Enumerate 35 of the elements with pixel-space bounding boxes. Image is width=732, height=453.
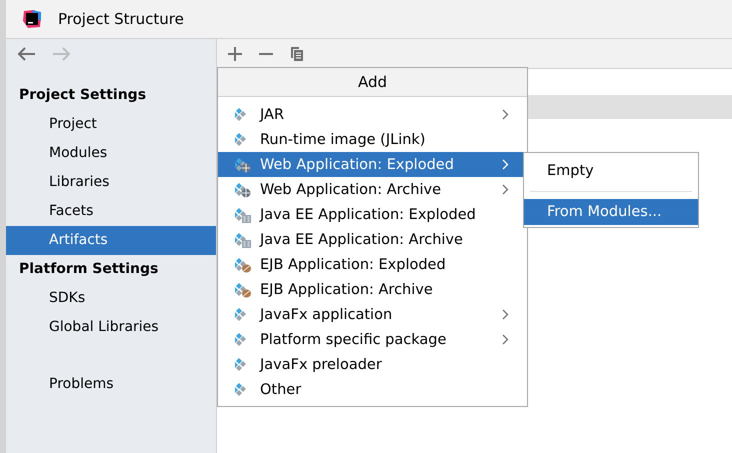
menu-item[interactable]: Run-time image (JLink) [218, 127, 527, 152]
menu-title: Add [218, 68, 527, 97]
artifact-ee-icon [234, 206, 252, 222]
sidebar-item[interactable]: Libraries [6, 168, 216, 197]
back-arrow-icon[interactable] [16, 47, 36, 61]
menu-item[interactable]: JAR [218, 102, 527, 127]
section-header: Project Settings [18, 86, 148, 105]
window-title: Project Structure [58, 10, 184, 28]
menu-item[interactable]: Java EE Application: Archive [218, 227, 527, 252]
sidebar-item[interactable]: Global Libraries [6, 313, 216, 342]
menu-item[interactable]: Empty [524, 158, 698, 184]
artifact-globe-icon [234, 182, 252, 198]
add-icon[interactable] [228, 46, 242, 60]
app-logo-icon [22, 9, 42, 29]
sidebar-item[interactable]: Project [6, 110, 216, 139]
menu-item[interactable]: Java EE Application: Exploded [218, 202, 527, 227]
section-header: Platform Settings [18, 260, 160, 279]
copy-icon[interactable] [290, 46, 304, 62]
sidebar-item[interactable]: Problems [6, 370, 216, 399]
menu-item[interactable]: Platform specific package [218, 327, 527, 352]
menu-item[interactable]: EJB Application: Exploded [218, 252, 527, 277]
sidebar-item[interactable]: Modules [6, 139, 216, 168]
menu-item[interactable]: EJB Application: Archive [218, 277, 527, 302]
artifact-bean-icon [234, 256, 252, 272]
menu-item[interactable]: JavaFx application [218, 302, 527, 327]
sidebar-item[interactable]: Artifacts [6, 226, 216, 255]
artifact-bean-icon [234, 282, 252, 298]
sidebar-item[interactable]: Facets [6, 197, 216, 226]
artifact-globe-icon [234, 156, 252, 172]
menu-item[interactable]: Web Application: Archive [218, 177, 527, 202]
artifact-ee-icon [234, 232, 252, 248]
menu-item[interactable]: JavaFx preloader [218, 352, 527, 377]
menu-item[interactable]: From Modules... [524, 199, 698, 225]
sidebar-item[interactable]: SDKs [6, 284, 216, 313]
menu-item[interactable]: Other [218, 377, 527, 402]
